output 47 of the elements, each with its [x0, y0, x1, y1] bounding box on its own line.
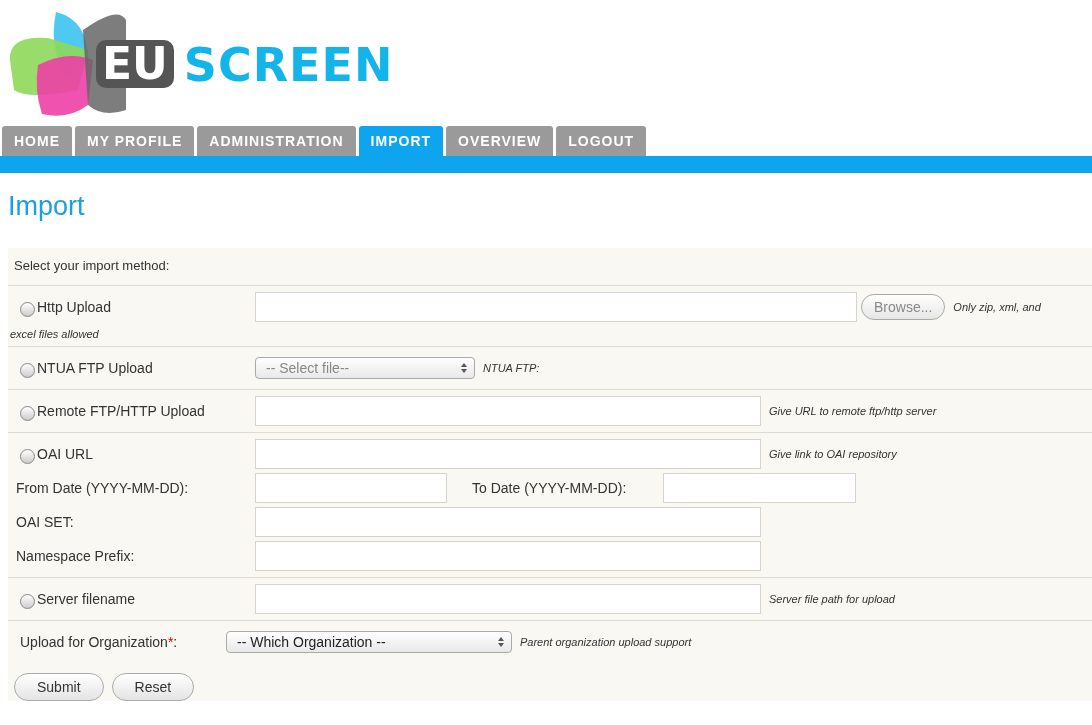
method-label: NTUA FTP Upload [37, 360, 153, 376]
reset-button[interactable]: Reset [111, 673, 195, 701]
method-label: Http Upload [37, 299, 111, 315]
field-label: Upload for Organization*: [20, 634, 179, 650]
text-field[interactable] [255, 396, 761, 426]
nav-tab[interactable]: IMPORT [358, 126, 444, 156]
page-title: Import [8, 191, 86, 222]
file-select[interactable]: -- Select file-- [255, 357, 475, 379]
select-arrows-icon [497, 636, 505, 648]
field-label: To Date (YYYY-MM-DD): [472, 480, 628, 496]
submit-button[interactable]: Submit [14, 673, 104, 701]
radio-button[interactable] [20, 362, 35, 378]
text-field[interactable] [255, 584, 761, 614]
radio-button[interactable] [20, 448, 35, 464]
hint-text: Parent organization upload support [520, 636, 692, 648]
field-label: From Date (YYYY-MM-DD): [16, 480, 190, 496]
date-field[interactable] [663, 473, 856, 503]
browse-button[interactable]: Browse... [861, 294, 946, 320]
radio-button[interactable] [20, 405, 35, 421]
nav-tab[interactable]: OVERVIEW [446, 126, 554, 156]
intro-text: Select your import method: [13, 257, 171, 275]
method-label: Server filename [37, 591, 136, 607]
hint-text: Give URL to remote ftp/http server [769, 405, 937, 417]
hint-text: Server file path for upload [769, 593, 895, 605]
nav-tab[interactable]: MY PROFILE [75, 126, 195, 156]
logo-text: EU [96, 40, 174, 88]
method-label: Remote FTP/HTTP Upload [37, 403, 205, 419]
text-field[interactable] [255, 541, 761, 571]
select-arrows-icon [460, 362, 468, 374]
date-field[interactable] [255, 473, 447, 503]
text-field[interactable] [255, 507, 761, 537]
nav-tab[interactable]: ADMINISTRATION [197, 126, 356, 156]
field-label: Namespace Prefix: [16, 548, 136, 564]
method-label: OAI URL [37, 446, 93, 462]
nav-tab[interactable]: HOME [2, 126, 72, 156]
hint-text: Only zip, xml, and [953, 301, 1041, 313]
nav-tab[interactable]: LOGOUT [556, 126, 647, 156]
field-label: OAI SET: [16, 514, 75, 530]
radio-button[interactable] [20, 301, 35, 317]
text-field[interactable] [255, 439, 761, 469]
hint-text: excel files allowed [10, 328, 99, 340]
radio-button[interactable] [20, 593, 35, 609]
hint-text: Give link to OAI repository [769, 448, 897, 460]
organization-select[interactable]: -- Which Organization -- [226, 631, 512, 653]
file-path-field[interactable] [255, 292, 857, 322]
logo-text: SCREEN [183, 38, 394, 92]
hint-text: NTUA FTP: [483, 362, 540, 374]
